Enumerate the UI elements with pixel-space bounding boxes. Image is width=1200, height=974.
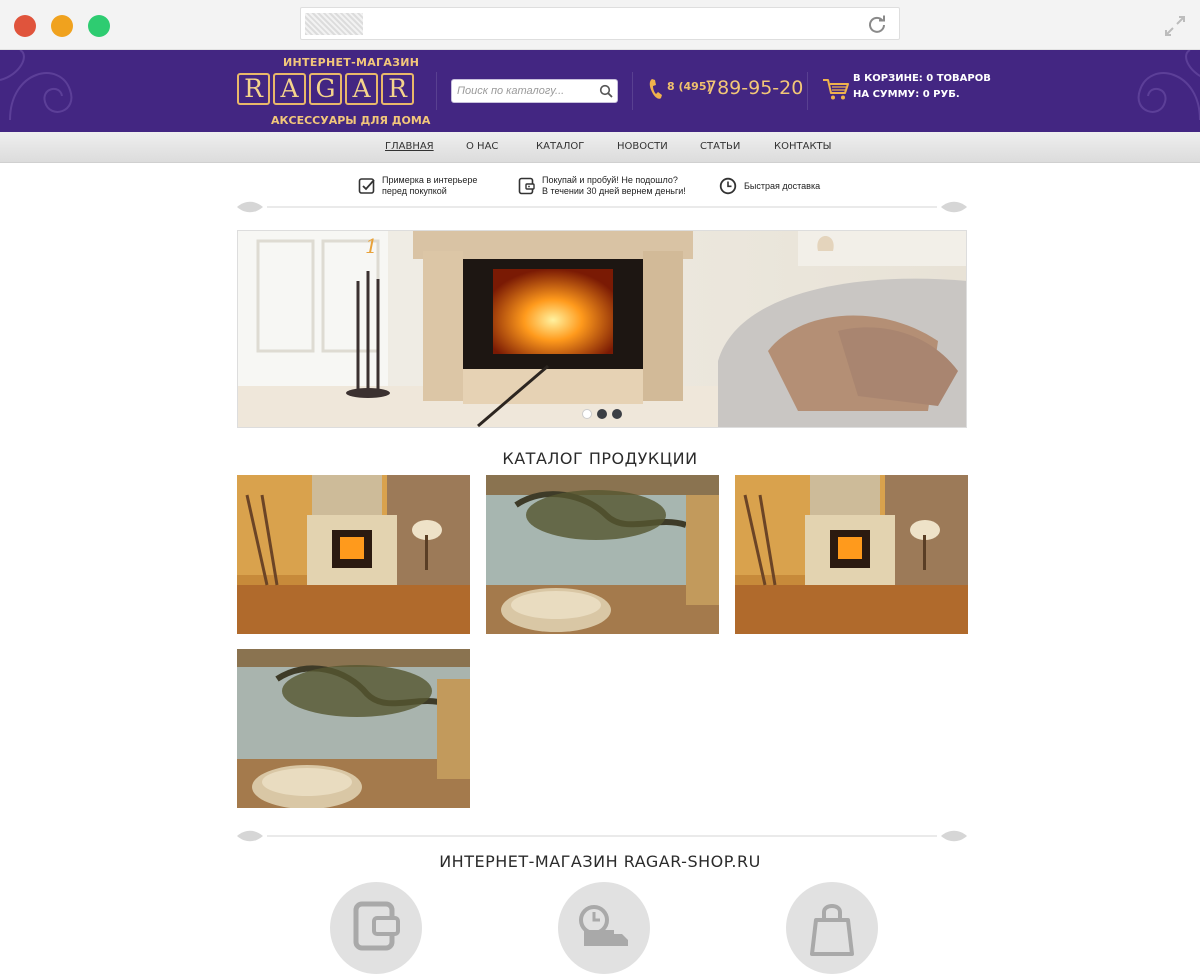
ornamental-divider [237,201,967,213]
search-input[interactable] [452,80,592,102]
cart-items-count[interactable]: В КОРЗИНЕ: 0 ТОВАРОВ [853,73,991,84]
logo-letter: A [345,73,378,105]
search-box [451,79,618,103]
shopping-bag-icon [810,904,854,956]
wallet-icon [518,177,535,195]
feature-text: Примерка в интерьере перед покупкой [382,175,477,197]
feature-circle [558,882,650,974]
card-image-fireplace [237,475,470,634]
phone-number[interactable]: 789-95-20 [705,77,803,99]
hero-slider[interactable] [237,230,967,428]
wallet-icon [353,901,400,951]
logo-letter: R [381,73,414,105]
about-title: ИНТЕРНЕТ-МАГАЗИН RAGAR-SHOP.RU [439,852,761,871]
catalog-card[interactable] [237,475,470,634]
divider [807,72,808,110]
catalog-card[interactable] [486,475,719,634]
slider-dot-3[interactable] [612,409,622,419]
card-image-bathroom [237,649,470,808]
ornamental-divider [237,830,967,842]
reload-icon[interactable] [867,14,887,34]
phone-icon [649,79,662,99]
feature-line: Покупай и пробуй! Не подошло? [542,175,678,185]
cart-total[interactable]: НА СУММУ: 0 РУБ. [853,89,960,100]
address-bar[interactable] [300,7,900,40]
ornament-left-icon [0,50,73,121]
close-window-button[interactable] [14,15,36,37]
nav-item-catalog[interactable]: КАТАЛОГ [536,141,584,152]
clock-icon [719,177,737,195]
maximize-window-button[interactable] [88,15,110,37]
slider-dot-1[interactable] [582,409,592,419]
card-image-fireplace [735,475,968,634]
nav-item-contacts[interactable]: КОНТАКТЫ [774,141,831,152]
catalog-title: КАТАЛОГ ПРОДУКЦИИ [502,449,698,468]
minimize-window-button[interactable] [51,15,73,37]
nav-item-news[interactable]: НОВОСТИ [617,141,668,152]
feature-line: Примерка в интерьере [382,175,478,185]
card-image-bathroom [486,475,719,634]
slider-image-fireplace [238,231,966,427]
ornament-right-icon [1137,50,1200,121]
feature-line: В течении 30 дней вернем деньги! [542,186,686,196]
divider [632,72,633,110]
browser-chrome [0,0,1200,50]
logo-tagline-bottom: АКСЕССУАРЫ ДЛЯ ДОМА [271,114,431,127]
slide-number: 1 [365,234,378,258]
catalog-card[interactable] [735,475,968,634]
check-icon [358,178,375,194]
divider [436,72,437,110]
feature-text: Покупай и пробуй! Не подошло? В течении … [542,175,686,197]
cart-icon[interactable] [822,77,850,101]
logo[interactable]: R A G A R [237,73,414,105]
feature-circle [786,882,878,974]
nav-item-articles[interactable]: СТАТЬИ [700,141,740,152]
logo-letter: G [309,73,342,105]
feature-text: Быстрая доставка [744,181,821,191]
feature-circle [330,882,422,974]
site-header: ИНТЕРНЕТ-МАГАЗИН R A G A R АКСЕССУАРЫ ДЛ… [0,50,1200,132]
catalog-card[interactable] [237,649,470,808]
feature-line: перед покупкой [382,186,447,196]
logo-letter: A [273,73,306,105]
url-placeholder [305,13,363,35]
nav-item-about[interactable]: О НАС [466,141,498,152]
nav-item-home[interactable]: ГЛАВНАЯ [385,141,434,152]
delivery-truck-icon [579,905,628,946]
search-icon[interactable] [599,84,613,98]
logo-tagline-top: ИНТЕРНЕТ-МАГАЗИН [283,56,420,69]
main-nav: ГЛАВНАЯ О НАС КАТАЛОГ НОВОСТИ СТАТЬИ КОН… [0,132,1200,163]
logo-letter: R [237,73,270,105]
slider-dot-2[interactable] [597,409,607,419]
fullscreen-icon[interactable] [1164,15,1186,37]
